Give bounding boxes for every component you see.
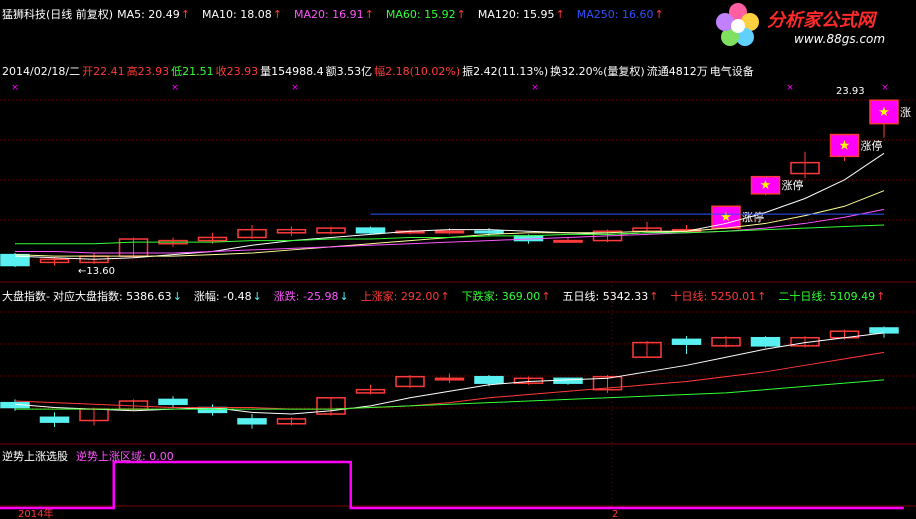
- site-logo: 分析家公式网 www.88gs.com: [712, 2, 912, 50]
- x-label-0: 2014年: [18, 507, 53, 519]
- index-label-3: 上涨家: 292.00↑: [360, 290, 450, 303]
- index-label-arrow-7: ↑: [876, 290, 886, 303]
- index-label-arrow-0: ↓: [172, 290, 182, 303]
- price-low-label: ←13.60: [78, 266, 115, 277]
- main-candle-14: [553, 239, 583, 243]
- index-label-arrow-4: ↑: [541, 290, 551, 303]
- index-label-arrow-5: ↑: [649, 290, 659, 303]
- ma-label-4: MA120: 15.95↑: [477, 7, 565, 21]
- main-limit-label-22: 涨: [900, 106, 911, 119]
- bar-amplitude: 振2.42(11.13%): [462, 65, 549, 78]
- marker-5: ×: [881, 83, 889, 93]
- main-header: 猛狮科技(日线 前复权) MA5: 20.49↑ MA10: 18.08↑ MA20…: [2, 6, 680, 22]
- index-candle-11: [434, 377, 465, 381]
- bar-volume: 量154988.4: [260, 65, 324, 78]
- index-title: 大盘指数-: [2, 290, 50, 303]
- price-high-label: 23.93: [836, 86, 865, 97]
- index-candle-19: [750, 336, 781, 347]
- bar-float: 流通4812万: [646, 65, 708, 78]
- indicator-line: [0, 460, 904, 510]
- main-candle-12: [474, 230, 504, 234]
- bar-low: 低21.51: [171, 65, 214, 78]
- main-limit-label-18: 涨停: [742, 210, 764, 224]
- stock-title: 猛狮科技(日线 前复权): [2, 8, 114, 21]
- main-candle-11: [434, 230, 465, 234]
- logo-flower-icon: [716, 3, 759, 46]
- index-label-arrow-1: ↓: [252, 290, 262, 303]
- bar-turnover: 换32.20%(量复权): [550, 65, 645, 78]
- index-ma-line-2: [15, 379, 885, 410]
- index-candle-1: [39, 416, 70, 423]
- index-label-7: 二十日线: 5109.49↑: [778, 290, 886, 303]
- index-candle-17: [671, 338, 702, 345]
- marker-4: ×: [786, 83, 794, 93]
- ma-label-5: MA250: 16.60↑: [576, 7, 664, 21]
- main-limit-label-19: 涨停: [782, 178, 804, 192]
- index-label-arrow-2: ↓: [339, 290, 349, 303]
- index-label-0: 对应大盘指数: 5386.63↓: [52, 290, 182, 303]
- ma-label-arrow-0: ↑: [180, 7, 191, 21]
- main-star-19: ★: [760, 178, 772, 193]
- logo-url: www.88gs.com: [794, 32, 886, 46]
- index-candle-4: [158, 398, 188, 406]
- index-label-1: 涨幅: -0.48↓: [193, 290, 262, 303]
- index-header: 大盘指数- 对应大盘指数: 5386.63↓ 涨幅: -0.48↓ 涨跌: -25.…: [2, 288, 901, 304]
- marker-0: ×: [11, 83, 19, 93]
- bar-close: 收23.93: [215, 65, 259, 78]
- bar-amount: 额3.53亿: [325, 65, 373, 78]
- ma-label-3: MA60: 15.92↑: [385, 7, 466, 21]
- ma-label-0: MA5: 20.49↑: [117, 7, 191, 21]
- index-label-2: 涨跌: -25.98↓: [273, 290, 349, 303]
- marker-2: ×: [291, 83, 299, 93]
- marker-1: ×: [171, 83, 179, 93]
- index-label-arrow-3: ↑: [440, 290, 450, 303]
- marker-3: ×: [531, 83, 539, 93]
- bar-high: 高23.93: [126, 65, 170, 78]
- index-label-4: 下跌家: 369.00↑: [461, 290, 551, 303]
- index-label-arrow-6: ↑: [757, 290, 767, 303]
- indicator-header: 逆势上涨选股 逆势上涨区域: 0.00: [2, 448, 178, 464]
- index-candle-12: [474, 375, 504, 384]
- main-ma-line-0: [14, 152, 885, 260]
- x-label-1: 2: [612, 509, 618, 519]
- ma-values: MA5: 20.49↑ MA10: 18.08↑ MA20: 16.91↑ MA60:…: [117, 8, 676, 21]
- index-label-5: 五日线: 5342.33↑: [562, 290, 659, 303]
- bar-date: 2014/02/18/二: [2, 65, 81, 78]
- main-star-21: ★: [839, 138, 851, 153]
- index-label-6: 十日线: 5250.01↑: [670, 290, 767, 303]
- ma-label-arrow-5: ↑: [654, 7, 664, 21]
- main-star-22: ★: [878, 105, 890, 120]
- bar-sector: 电气设备: [709, 65, 754, 78]
- main-limit-label-21: 涨停: [861, 138, 883, 152]
- ma-label-1: MA10: 18.08↑: [202, 7, 282, 21]
- bar-change: 幅2.18(10.02%): [374, 65, 461, 78]
- index-candle-22: [869, 327, 899, 334]
- bar-open: 开22.41: [82, 65, 125, 78]
- index-candle-6: [237, 418, 267, 425]
- ma-label-arrow-2: ↑: [364, 7, 374, 21]
- bar-info: 2014/02/18/二 开22.41 高23.93 低21.51 收23.93…: [2, 63, 758, 79]
- indicator-title: 逆势上涨选股: [2, 450, 68, 463]
- main-candle-9: [355, 227, 386, 234]
- ma-label-arrow-1: ↑: [272, 7, 282, 21]
- indicator-value: 逆势上涨区域: 0.00: [76, 450, 174, 463]
- index-values: 对应大盘指数: 5386.63↓ 涨幅: -0.48↓ 涨跌: -25.98↓ 上涨家…: [53, 288, 897, 304]
- ma-label-2: MA20: 16.91↑: [293, 7, 374, 21]
- ma-label-arrow-3: ↑: [456, 7, 466, 21]
- main-ma-line-3: [15, 224, 885, 245]
- logo-brand: 分析家公式网: [767, 10, 875, 31]
- ma-label-arrow-4: ↑: [555, 7, 565, 21]
